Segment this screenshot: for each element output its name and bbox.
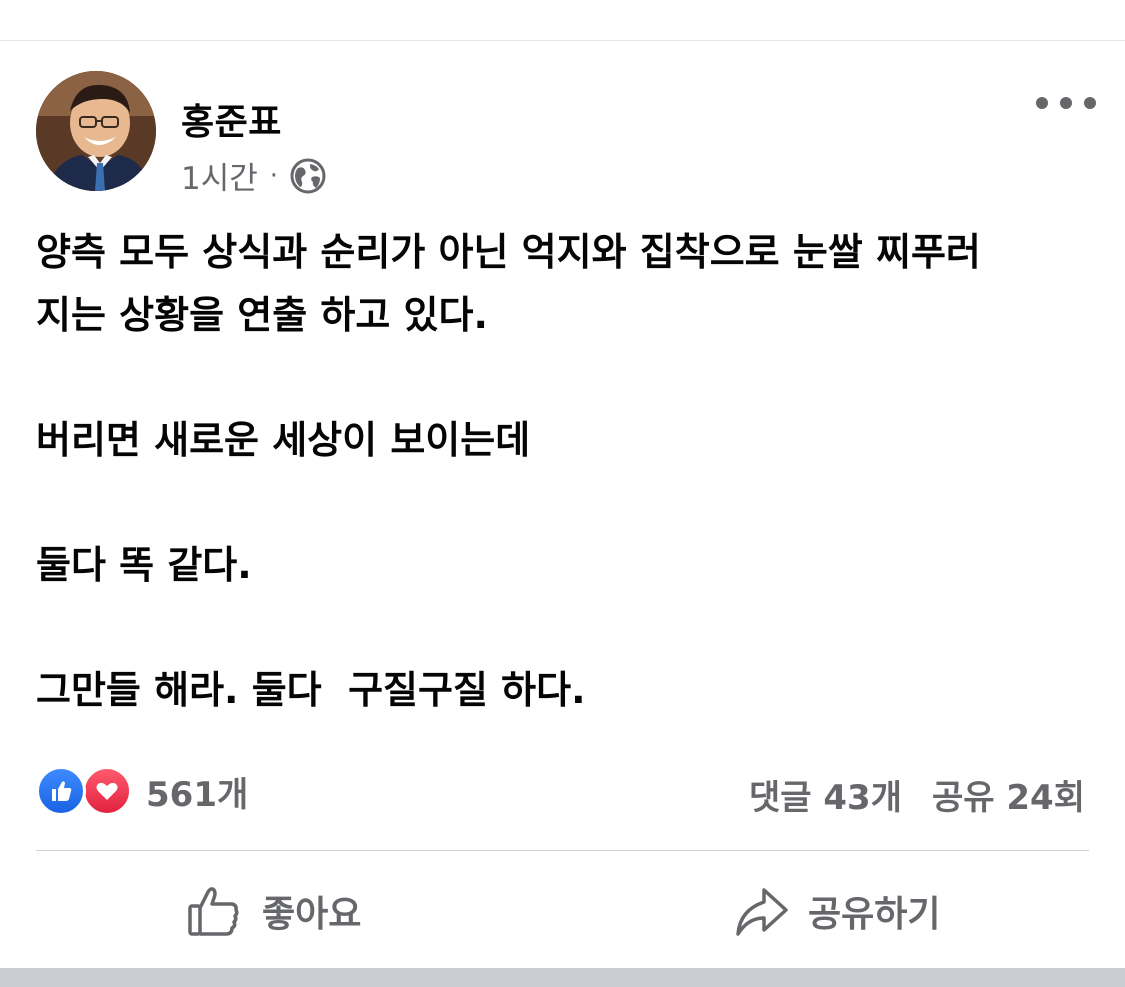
post-meta: 1시간 · (181, 153, 326, 198)
more-dot-icon (1060, 97, 1072, 109)
share-count[interactable]: 공유 24회 (932, 770, 1085, 819)
avatar-photo (36, 71, 156, 191)
post-text-line: 양측 모두 상식과 순리가 아닌 억지와 집착으로 눈쌀 찌푸러 (36, 230, 981, 274)
comment-count[interactable]: 댓글 43개 (749, 770, 902, 819)
actions-divider (36, 850, 1089, 851)
post-text-line: 버리면 새로운 세상이 보이는데 (36, 418, 531, 462)
more-dot-icon (1084, 97, 1096, 109)
post-timestamp[interactable]: 1시간 (181, 153, 258, 198)
post-text-line: 지는 상황을 연출 하고 있다. (36, 293, 488, 337)
post-body: 양측 모두 상식과 순리가 아닌 억지와 집착으로 눈쌀 찌푸러 지는 상황을 … (36, 221, 1086, 722)
more-options-button[interactable] (1036, 91, 1096, 115)
like-label: 좋아요 (262, 894, 362, 935)
post-stats: 댓글 43개 공유 24회 (749, 770, 1085, 819)
author-name[interactable]: 홍준표 (181, 93, 282, 145)
globe-icon (290, 158, 326, 193)
meta-separator: · (269, 160, 279, 191)
share-button[interactable]: 공유하기 (732, 879, 940, 943)
love-icon (82, 766, 132, 816)
share-label: 공유하기 (808, 894, 941, 935)
reaction-icons (36, 766, 134, 816)
avatar[interactable] (36, 71, 156, 191)
more-dot-icon (1036, 97, 1048, 109)
facebook-post: 홍준표 1시간 · 양측 모두 상식과 순리가 아닌 억지와 집착으로 눈쌀 찌… (0, 41, 1125, 968)
share-arrow-icon (736, 888, 788, 936)
like-icon (36, 766, 86, 816)
reaction-count: 561개 (146, 774, 249, 815)
feed-separator (0, 968, 1125, 987)
reaction-summary[interactable]: 561개 (36, 766, 248, 816)
like-button[interactable]: 좋아요 (186, 879, 361, 943)
thumbs-up-icon (188, 887, 239, 936)
post-text-line: 둘다 똑 같다. (36, 543, 252, 587)
post-text-line: 그만들 해라. 둘다 구질구질 하다. (36, 668, 586, 712)
